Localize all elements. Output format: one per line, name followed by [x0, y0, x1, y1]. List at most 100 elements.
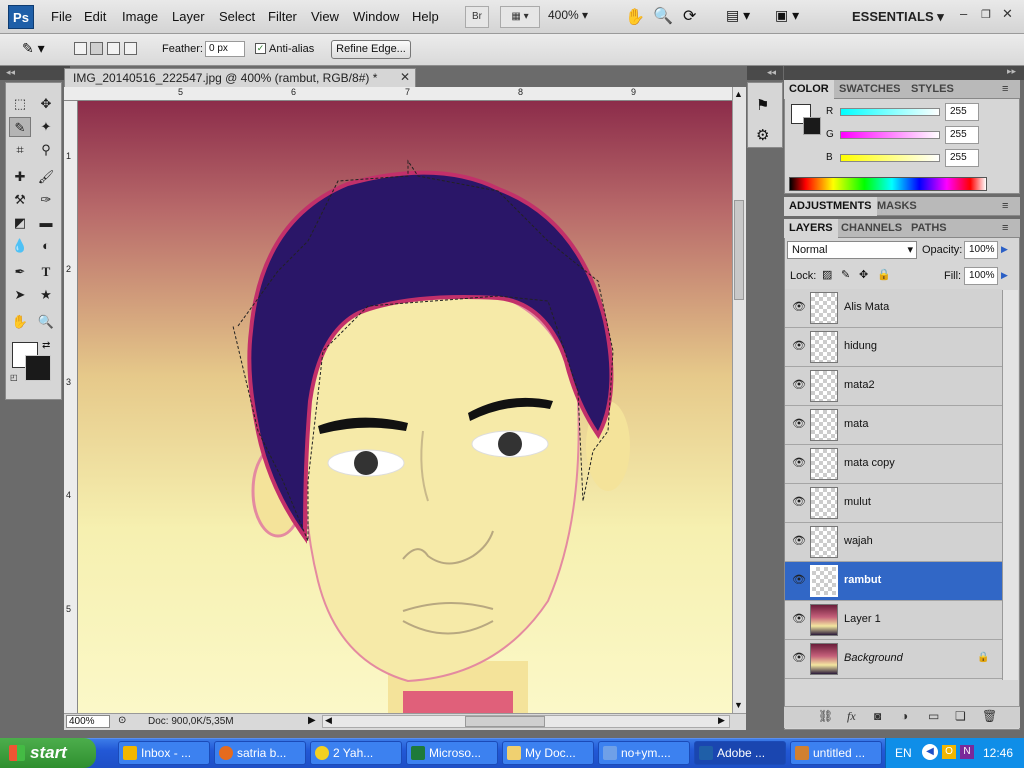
- scroll-down-icon[interactable]: ▼: [734, 700, 743, 710]
- hand-tool-icon[interactable]: ✋: [625, 7, 645, 27]
- adjust-menu-icon[interactable]: ≡: [1002, 200, 1008, 212]
- actions-panel-icon[interactable]: ⚙: [756, 126, 769, 144]
- tab-swatches[interactable]: SWATCHES: [834, 80, 906, 99]
- opacity-arrow-icon[interactable]: ▶: [1001, 244, 1008, 255]
- vertical-scrollbar[interactable]: [732, 87, 746, 713]
- tray-onenote-icon[interactable]: N: [960, 745, 974, 759]
- path-selection-tool-icon[interactable]: ➤: [9, 285, 31, 305]
- layer-row[interactable]: 👁 hidung: [785, 328, 1002, 367]
- fill-arrow-icon[interactable]: ▶: [1001, 270, 1008, 281]
- eye-icon[interactable]: 👁: [791, 572, 807, 588]
- minimize-icon[interactable]: –: [960, 6, 967, 21]
- refine-edge-button[interactable]: Refine Edge...: [331, 40, 411, 59]
- vertical-scroll-thumb[interactable]: [734, 200, 744, 300]
- menu-view[interactable]: View: [311, 9, 339, 24]
- adjustment-layer-icon[interactable]: ◑: [901, 709, 908, 723]
- hand-tool-panel-icon[interactable]: ✋: [9, 312, 31, 332]
- intersect-selection-icon[interactable]: [124, 42, 137, 55]
- eye-icon[interactable]: 👁: [791, 338, 807, 354]
- language-indicator[interactable]: EN: [895, 746, 912, 760]
- layer-row[interactable]: 👁 mulut: [785, 484, 1002, 523]
- default-colors-icon[interactable]: ◰: [10, 373, 18, 382]
- lock-all-icon[interactable]: 🔒: [877, 268, 891, 281]
- zoom-tool-panel-icon[interactable]: 🔍: [35, 312, 57, 332]
- new-layer-icon[interactable]: ❏: [955, 709, 966, 723]
- lock-image-icon[interactable]: ✎: [841, 268, 850, 281]
- workspace-switcher[interactable]: ESSENTIALS ▾: [852, 9, 944, 25]
- close-icon[interactable]: ✕: [1002, 6, 1013, 22]
- status-menu-arrow-icon[interactable]: ▶: [308, 715, 316, 726]
- collapse-arrows-icon[interactable]: ◂◂: [0, 67, 15, 77]
- layer-style-icon[interactable]: fx: [847, 709, 856, 724]
- type-tool-icon[interactable]: T: [35, 262, 57, 282]
- tab-color[interactable]: COLOR: [784, 80, 834, 99]
- layer-row[interactable]: 👁 Background 🔒: [785, 640, 1002, 679]
- add-mask-icon[interactable]: ◙: [874, 709, 881, 723]
- bridge-button[interactable]: Br: [465, 6, 489, 28]
- eyedropper-tool-icon[interactable]: ⚲: [35, 140, 57, 160]
- green-slider[interactable]: [840, 131, 940, 139]
- zoom-tool-icon[interactable]: 🔍: [653, 6, 673, 26]
- red-slider[interactable]: [840, 108, 940, 116]
- task-my-documents[interactable]: My Doc...: [502, 741, 594, 765]
- scroll-left-icon[interactable]: ◀: [325, 715, 332, 726]
- arrange-documents-icon[interactable]: ▤ ▾: [726, 7, 750, 24]
- blur-tool-icon[interactable]: 💧: [9, 236, 31, 256]
- brush-tool-icon[interactable]: 🖌: [35, 167, 57, 187]
- eye-icon[interactable]: 👁: [791, 377, 807, 393]
- eye-icon[interactable]: 👁: [791, 299, 807, 315]
- dodge-tool-icon[interactable]: ◐: [35, 236, 57, 256]
- tab-layers[interactable]: LAYERS: [784, 219, 838, 238]
- collapse-panels-icon[interactable]: ▸▸: [1007, 66, 1016, 77]
- history-brush-tool-icon[interactable]: ✑: [35, 190, 57, 210]
- zoom-field[interactable]: 400%: [66, 715, 110, 728]
- menu-filter[interactable]: Filter: [268, 9, 297, 24]
- layer-row[interactable]: 👁 mata2: [785, 367, 1002, 406]
- screen-mode-icon[interactable]: ▣ ▾: [775, 7, 799, 24]
- task-paint[interactable]: untitled ...: [790, 741, 882, 765]
- clone-stamp-tool-icon[interactable]: ⚒: [9, 190, 31, 210]
- feather-input[interactable]: 0 px: [205, 41, 245, 57]
- layer-row-selected[interactable]: 👁 rambut: [785, 562, 1002, 601]
- layer-row[interactable]: 👁 wajah: [785, 523, 1002, 562]
- red-value[interactable]: 255: [945, 103, 979, 121]
- color-spectrum-bar[interactable]: [789, 177, 987, 191]
- blend-mode-select[interactable]: Normal ▾: [787, 241, 917, 259]
- opacity-field[interactable]: 100%: [964, 241, 998, 259]
- antialias-checkbox[interactable]: ✓: [255, 43, 266, 54]
- zoom-level-menu[interactable]: 400% ▾: [548, 8, 588, 22]
- blue-slider[interactable]: [840, 154, 940, 162]
- new-group-icon[interactable]: ▭: [928, 709, 939, 723]
- scroll-up-icon[interactable]: ▲: [734, 89, 743, 99]
- menu-edit[interactable]: Edit: [84, 9, 106, 24]
- tab-adjustments[interactable]: ADJUSTMENTS: [784, 197, 877, 216]
- restore-icon[interactable]: ❐: [981, 8, 991, 21]
- layer-row[interactable]: 👁 Alis Mata: [785, 289, 1002, 328]
- menu-help[interactable]: Help: [412, 9, 439, 24]
- task-photoshop[interactable]: Adobe ...: [694, 741, 786, 765]
- eye-icon[interactable]: 👁: [791, 650, 807, 666]
- tab-channels[interactable]: CHANNELS: [836, 219, 907, 238]
- eye-icon[interactable]: 👁: [791, 533, 807, 549]
- pen-tool-icon[interactable]: ✒: [9, 262, 31, 282]
- layers-scrollbar[interactable]: [1002, 290, 1018, 680]
- move-tool-icon[interactable]: ✥: [35, 94, 57, 114]
- history-panel-icon[interactable]: ⚑: [756, 96, 769, 114]
- lock-transparent-icon[interactable]: ▨: [822, 268, 832, 281]
- menu-window[interactable]: Window: [353, 9, 399, 24]
- new-selection-icon[interactable]: [74, 42, 87, 55]
- task-inbox[interactable]: Inbox - ...: [118, 741, 210, 765]
- eraser-tool-icon[interactable]: ◩: [9, 213, 31, 233]
- task-yahoo[interactable]: 2 Yah...: [310, 741, 402, 765]
- menu-layer[interactable]: Layer: [172, 9, 205, 24]
- document-close-icon[interactable]: ✕: [400, 70, 410, 84]
- shape-tool-icon[interactable]: ★: [35, 285, 57, 305]
- background-color-swatch[interactable]: [25, 355, 51, 381]
- magic-wand-tool-icon[interactable]: ✦: [35, 117, 57, 137]
- menu-image[interactable]: Image: [122, 9, 158, 24]
- crop-tool-icon[interactable]: ⌗: [9, 140, 31, 160]
- menu-file[interactable]: File: [51, 9, 72, 24]
- healing-brush-tool-icon[interactable]: ✚: [9, 167, 31, 187]
- tab-paths[interactable]: PATHS: [906, 219, 952, 238]
- layer-row[interactable]: 👁 mata copy: [785, 445, 1002, 484]
